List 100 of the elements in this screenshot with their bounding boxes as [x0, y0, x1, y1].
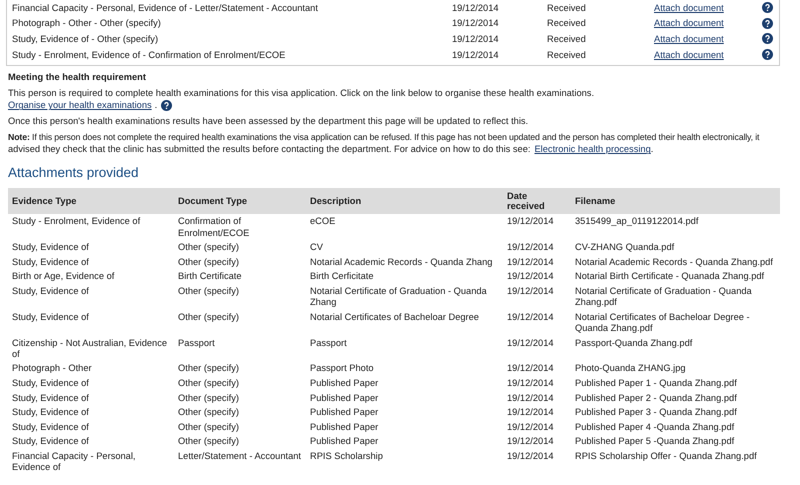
- attach-document-link[interactable]: Attach document: [654, 18, 762, 28]
- description-cell-text: Passport Photo: [309, 362, 375, 376]
- attach-document-link[interactable]: Attach document: [654, 34, 762, 44]
- date-cell-text: 19/12/2014: [506, 270, 555, 284]
- date-cell-text: 19/12/2014: [506, 435, 555, 448]
- date-cell-text: 19/12/2014: [506, 420, 555, 434]
- document-type-cell-text: Other (specify): [177, 310, 240, 324]
- evidence-type-cell-text: Study, Evidence of: [11, 241, 90, 254]
- help-icon[interactable]: [762, 18, 773, 29]
- document-type-cell-text: Other (specify): [177, 406, 240, 420]
- date-cell-text: 19/12/2014: [506, 284, 555, 298]
- document-type-cell-text: Other (specify): [177, 420, 240, 434]
- punctuation: .: [154, 99, 158, 112]
- evidence-type-cell-text: Study, Evidence of: [11, 406, 90, 420]
- checklist-item: Study - Enrolment, Evidence of - Confirmation of Enrolment/ECOE: [12, 50, 286, 60]
- evidence-type-cell-text: Photograph - Other: [11, 362, 93, 376]
- filename-cell-text: Photo-Quanda ZHANG.jpg: [574, 362, 687, 376]
- evidence-type-cell-text: Study, Evidence of: [11, 435, 90, 448]
- checklist-item: Photograph - Other - Other (specify): [12, 18, 162, 28]
- document-type-cell-text: Other (specify): [177, 435, 240, 448]
- filename-cell-text: Published Paper 3 - Quanda Zhang.pdf: [574, 406, 738, 420]
- checklist-date: 19/12/2014: [452, 18, 500, 28]
- description-cell-text: CV: [309, 241, 324, 254]
- document-type-cell-text: Birth Certificate: [177, 270, 243, 284]
- help-icon[interactable]: [762, 49, 773, 60]
- evidence-type-cell-text: Birth or Age, Evidence of: [11, 270, 116, 284]
- description-cell-text: Published Paper: [309, 435, 380, 448]
- column-header: Description: [306, 188, 503, 214]
- evidence-type-cell-text: Study, Evidence of: [11, 420, 90, 434]
- organise-health-link[interactable]: Organise your health examinations: [8, 99, 152, 112]
- filename-cell-text: Published Paper 4 -Quanda Zhang.pdf: [574, 420, 736, 434]
- document-type-cell-text: Confirmation of Enrolment/ECOE: [177, 215, 250, 240]
- date-cell-text: 19/12/2014: [506, 336, 555, 350]
- date-cell-text: 19/12/2014: [506, 241, 555, 254]
- checklist-date: 19/12/2014: [452, 2, 500, 13]
- health-intro-text: This person is required to complete health examinations for this visa application. Click on the link below to organise these health examinations.: [8, 87, 596, 100]
- attach-document-link[interactable]: Attach document: [654, 2, 762, 13]
- electronic-health-link[interactable]: Electronic health processing: [534, 143, 651, 156]
- description-cell-text: Notarial Certificate of Graduation - Quanda Zhang: [309, 284, 488, 310]
- help-icon[interactable]: [762, 33, 773, 44]
- document-type-cell-text: Passport: [177, 336, 216, 350]
- checklist-status: Received: [547, 50, 587, 60]
- section-heading: Meeting the health requirement: [8, 72, 147, 82]
- column-header: Document Type: [174, 188, 306, 214]
- description-cell-text: Notarial Certificates of Bacheloar Degree: [309, 310, 480, 324]
- date-cell-text: 19/12/2014: [506, 215, 555, 228]
- evidence-type-cell-text: Citizenship - Not Australian, Evidence of: [11, 336, 168, 361]
- filename-cell-text: Notarial Certificate of Graduation - Quanda Zhang.pdf: [574, 284, 753, 310]
- checklist-item: Financial Capacity - Personal, Evidence of - Letter/Statement - Accountant: [12, 2, 319, 13]
- filename-cell-text: Passport-Quanda Zhang.pdf: [574, 336, 694, 350]
- document-type-cell-text: Other (specify): [177, 392, 240, 405]
- evidence-type-cell-text: Financial Capacity - Personal, Evidence of: [11, 450, 136, 474]
- document-type-cell-text: Other (specify): [177, 241, 240, 254]
- document-type-cell-text: Other (specify): [177, 362, 240, 376]
- health-update-text: Once this person's health examinations results have been assessed by the department this page will be updated to reflect this.: [8, 115, 530, 128]
- help-icon[interactable]: [762, 2, 773, 14]
- note-text: advised they check that the clinic has submitted the results before contacting the department. For advice on how to do this see:: [8, 143, 530, 156]
- attach-document-link[interactable]: Attach document: [654, 50, 762, 60]
- filename-cell-text: Published Paper 1 - Quanda Zhang.pdf: [574, 376, 738, 390]
- filename-cell-text: 3515499_ap_0119122014.pdf: [574, 215, 700, 228]
- checklist-status: Received: [547, 18, 587, 28]
- filename-cell-text: CV-ZHANG Quanda.pdf: [574, 241, 676, 254]
- column-header: Filename: [571, 188, 780, 214]
- description-cell-text: Passport: [309, 336, 348, 350]
- date-cell-text: 19/12/2014: [506, 406, 555, 420]
- description-cell-text: eCOE: [309, 215, 336, 228]
- date-cell-text: 19/12/2014: [506, 362, 555, 376]
- column-header: Evidence Type: [8, 188, 174, 214]
- note-text: Note: If this person does not complete the required health examinations the visa application can be refused. If this page has not been updated and the person has completed their health electronically, it: [8, 131, 760, 144]
- date-cell-text: 19/12/2014: [506, 450, 555, 463]
- checklist-item: Study, Evidence of - Other (specify): [12, 34, 160, 44]
- description-cell-text: RPIS Scholarship: [309, 450, 384, 463]
- document-type-cell-text: Letter/Statement - Accountant: [177, 450, 302, 463]
- evidence-type-cell-text: Study, Evidence of: [11, 256, 90, 269]
- document-type-cell-text: Other (specify): [177, 256, 240, 269]
- description-cell-text: Notarial Academic Records - Quanda Zhang: [309, 256, 494, 269]
- description-cell-text: Published Paper: [309, 420, 380, 434]
- filename-cell-text: Notarial Academic Records - Quanda Zhang.pdf: [574, 256, 774, 269]
- checklist-status: Received: [547, 2, 587, 13]
- punctuation: .: [650, 143, 654, 156]
- date-cell-text: 19/12/2014: [506, 392, 555, 405]
- description-cell-text: Published Paper: [309, 406, 380, 420]
- evidence-type-cell-text: Study, Evidence of: [11, 392, 90, 405]
- date-cell-text: 19/12/2014: [506, 256, 555, 269]
- filename-cell-text: RPIS Scholarship Offer - Quanda Zhang.pdf: [574, 450, 758, 463]
- date-cell-text: 19/12/2014: [506, 376, 555, 390]
- document-type-cell-text: Other (specify): [177, 284, 240, 298]
- checklist-status: Received: [547, 34, 587, 44]
- document-type-cell-text: Other (specify): [177, 376, 240, 390]
- column-header: Date received: [503, 188, 571, 214]
- checklist-date: 19/12/2014: [452, 50, 500, 60]
- help-icon[interactable]: [161, 100, 172, 111]
- filename-cell-text: Notarial Birth Certificate - Quanada Zhang.pdf: [574, 270, 766, 284]
- description-cell-text: Published Paper: [309, 376, 380, 390]
- evidence-type-cell-text: Study, Evidence of: [11, 376, 90, 390]
- filename-cell-text: Notarial Certificates of Bacheloar Degree - Quanda Zhang.pdf: [574, 310, 751, 335]
- date-cell-text: 19/12/2014: [506, 310, 555, 324]
- filename-cell-text: Published Paper 2 - Quanda Zhang.pdf: [574, 392, 738, 405]
- checklist-date: 19/12/2014: [452, 34, 500, 44]
- evidence-type-cell-text: Study, Evidence of: [11, 310, 90, 324]
